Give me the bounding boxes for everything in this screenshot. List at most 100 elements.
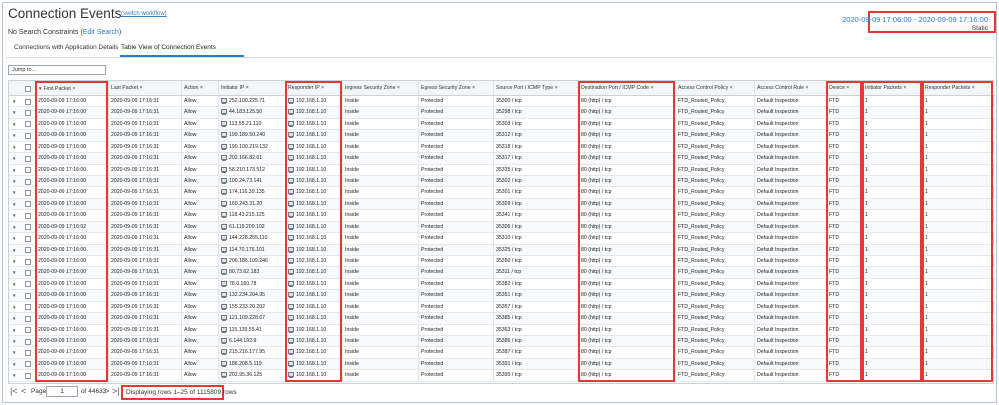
- switch-workflow-link[interactable]: (switch workflow): [121, 11, 167, 17]
- table-row[interactable]: ▼ 2020-09-09 17:16:00 2020-09-09 17:16:31 A…: [9, 313, 995, 325]
- responder-ip-cell[interactable]: 192.168.1.10: [288, 245, 341, 255]
- expand-row-icon[interactable]: ▼: [12, 210, 16, 221]
- column-header-device[interactable]: Device ×: [829, 81, 861, 95]
- time-range-link[interactable]: 2020-09-09 17:06:00 - 2020-09-09 17:16:0…: [842, 15, 988, 24]
- responder-ip-cell[interactable]: 192.168.1.10: [288, 176, 341, 186]
- table-row[interactable]: ▼ 2020-09-09 17:16:00 2020-09-09 17:16:31 A…: [9, 370, 995, 382]
- initiator-ip-cell[interactable]: 58.210.173.512: [221, 165, 284, 175]
- tab-table-view[interactable]: Table View of Connection Events: [121, 44, 216, 51]
- column-header-last-packet[interactable]: Last Packet ×: [111, 81, 180, 95]
- row-checkbox[interactable]: [25, 235, 31, 242]
- responder-ip-cell[interactable]: 192.168.1.10: [288, 153, 341, 163]
- initiator-ip-cell[interactable]: 215.216.177.95: [221, 347, 284, 357]
- row-checkbox[interactable]: [25, 361, 31, 368]
- expand-row-icon[interactable]: ▼: [12, 359, 16, 370]
- initiator-ip-cell[interactable]: 252.100.225.71: [221, 96, 284, 106]
- column-header-first-packet[interactable]: ▼First Packet ×: [38, 81, 107, 95]
- page-number-input[interactable]: 1: [46, 386, 78, 397]
- row-checkbox[interactable]: [25, 201, 31, 208]
- expand-row-icon[interactable]: ▼: [12, 222, 16, 233]
- expand-row-icon[interactable]: ▼: [12, 245, 16, 256]
- expand-row-icon[interactable]: ▼: [12, 370, 16, 381]
- next-page-button[interactable]: >: [104, 386, 109, 396]
- initiator-ip-cell[interactable]: 115.139.55.41: [221, 325, 284, 335]
- column-header-source-port[interactable]: Source Port / ICMP Type ×: [496, 81, 577, 95]
- table-row[interactable]: ▼ 2020-09-09 17:16:00 2020-09-09 17:16:31 A…: [9, 244, 995, 256]
- column-header-responder-ip[interactable]: Responder IP ×: [288, 81, 341, 95]
- initiator-ip-cell[interactable]: 61.119.209.102: [221, 222, 284, 232]
- responder-ip-cell[interactable]: 192.168.1.10: [288, 313, 341, 323]
- tab-connections-app-details[interactable]: Connections with Application Details: [14, 44, 118, 51]
- expand-row-icon[interactable]: ▼: [12, 187, 16, 198]
- initiator-ip-cell[interactable]: 206.186.109.246: [221, 256, 284, 266]
- initiator-ip-cell[interactable]: 190.100.219.132: [221, 142, 284, 152]
- table-row[interactable]: ▼ 2020-09-09 17:16:00 2020-09-09 17:16:31 A…: [9, 96, 995, 108]
- column-header-responder-packets[interactable]: Responder Packets ×: [925, 81, 992, 95]
- expand-row-icon[interactable]: ▼: [12, 96, 16, 107]
- initiator-ip-cell[interactable]: 132.234.204.95: [221, 290, 284, 300]
- initiator-ip-cell[interactable]: 118.43.215.125: [221, 210, 284, 220]
- responder-ip-cell[interactable]: 192.168.1.10: [288, 233, 341, 243]
- expand-row-icon[interactable]: ▼: [12, 347, 16, 358]
- row-checkbox[interactable]: [25, 372, 31, 379]
- row-checkbox[interactable]: [25, 269, 31, 276]
- initiator-ip-cell[interactable]: 80.73.62.183: [221, 267, 284, 277]
- table-row[interactable]: ▼ 2020-09-09 17:16:00 2020-09-09 17:16:31 A…: [9, 278, 995, 291]
- responder-ip-cell[interactable]: 192.168.1.10: [288, 107, 341, 117]
- expand-row-icon[interactable]: ▼: [12, 233, 16, 244]
- expand-row-icon[interactable]: ▼: [12, 176, 16, 187]
- initiator-ip-cell[interactable]: 202.166.82.61: [221, 153, 284, 163]
- row-checkbox[interactable]: [25, 224, 31, 231]
- responder-ip-cell[interactable]: 192.168.1.10: [288, 210, 341, 220]
- expand-row-icon[interactable]: ▼: [12, 130, 16, 141]
- prev-page-button[interactable]: <: [21, 386, 26, 396]
- column-header-egress-zone[interactable]: Egress Security Zone ×: [421, 81, 492, 95]
- sort-descending-icon[interactable]: ▼: [38, 86, 42, 91]
- table-row[interactable]: ▼ 2020-09-09 17:16:00 2020-09-09 17:16:31 A…: [9, 141, 995, 154]
- edit-search-link[interactable]: Edit Search: [83, 29, 119, 36]
- table-row[interactable]: ▼ 2020-09-09 17:16:00 2020-09-09 17:16:31 A…: [9, 130, 995, 142]
- initiator-ip-cell[interactable]: 113.55.21.110: [221, 119, 284, 129]
- row-checkbox[interactable]: [25, 304, 31, 311]
- expand-row-icon[interactable]: ▼: [12, 267, 16, 278]
- responder-ip-cell[interactable]: 192.168.1.10: [288, 222, 341, 232]
- responder-ip-cell[interactable]: 192.168.1.10: [288, 347, 341, 357]
- expand-row-icon[interactable]: ▼: [12, 290, 16, 301]
- table-row[interactable]: ▼ 2020-09-09 17:16:00 2020-09-09 17:16:31 A…: [9, 153, 995, 165]
- responder-ip-cell[interactable]: 192.168.1.10: [288, 187, 341, 197]
- responder-ip-cell[interactable]: 192.168.1.10: [288, 119, 341, 129]
- expand-row-icon[interactable]: ▼: [12, 336, 16, 347]
- row-checkbox[interactable]: [25, 121, 31, 128]
- responder-ip-cell[interactable]: 192.168.1.10: [288, 165, 341, 175]
- column-header-initiator-packets[interactable]: Initiator Packets ×: [865, 81, 921, 95]
- row-checkbox[interactable]: [25, 132, 31, 139]
- responder-ip-cell[interactable]: 192.168.1.10: [288, 302, 341, 312]
- row-checkbox[interactable]: [25, 98, 31, 105]
- responder-ip-cell[interactable]: 192.168.1.10: [288, 336, 341, 346]
- row-checkbox[interactable]: [25, 167, 31, 174]
- table-row[interactable]: ▼ 2020-09-09 17:16:00 2020-09-09 17:16:31 A…: [9, 176, 995, 188]
- initiator-ip-cell[interactable]: 155.233.20.202: [221, 302, 284, 312]
- table-row[interactable]: ▼ 2020-09-09 17:16:00 2020-09-09 17:16:31 A…: [9, 336, 995, 348]
- expand-row-icon[interactable]: ▼: [12, 153, 16, 164]
- row-checkbox[interactable]: [25, 144, 31, 151]
- jump-to-select[interactable]: Jump to...: [8, 65, 106, 75]
- table-row[interactable]: ▼ 2020-09-09 17:16:00 2020-09-09 17:16:31 A…: [9, 347, 995, 359]
- table-row[interactable]: ▼ 2020-09-09 17:16:00 2020-09-09 17:16:31 A…: [9, 198, 995, 211]
- responder-ip-cell[interactable]: 192.168.1.10: [288, 256, 341, 266]
- responder-ip-cell[interactable]: 192.168.1.10: [288, 279, 341, 289]
- row-checkbox[interactable]: [25, 189, 31, 196]
- responder-ip-cell[interactable]: 192.168.1.10: [288, 325, 341, 335]
- table-row[interactable]: ▼ 2020-09-09 17:16:00 2020-09-09 17:16:31 A…: [9, 118, 995, 131]
- row-checkbox[interactable]: [25, 349, 31, 356]
- row-checkbox[interactable]: [25, 281, 31, 288]
- table-row[interactable]: ▼ 2020-09-09 17:16:00 2020-09-09 17:16:31 A…: [9, 301, 995, 314]
- row-checkbox[interactable]: [25, 292, 31, 299]
- table-row[interactable]: ▼ 2020-09-09 17:16:00 2020-09-09 17:16:31 A…: [9, 324, 995, 337]
- row-checkbox[interactable]: [25, 327, 31, 334]
- select-all-checkbox[interactable]: [25, 85, 31, 92]
- row-checkbox[interactable]: [25, 109, 31, 116]
- table-row[interactable]: ▼ 2020-09-09 17:16:00 2020-09-09 17:16:31 A…: [9, 256, 995, 268]
- table-row[interactable]: ▼ 2020-09-09 17:16:02 2020-09-09 17:16:31 A…: [9, 221, 995, 234]
- expand-row-icon[interactable]: ▼: [12, 313, 16, 324]
